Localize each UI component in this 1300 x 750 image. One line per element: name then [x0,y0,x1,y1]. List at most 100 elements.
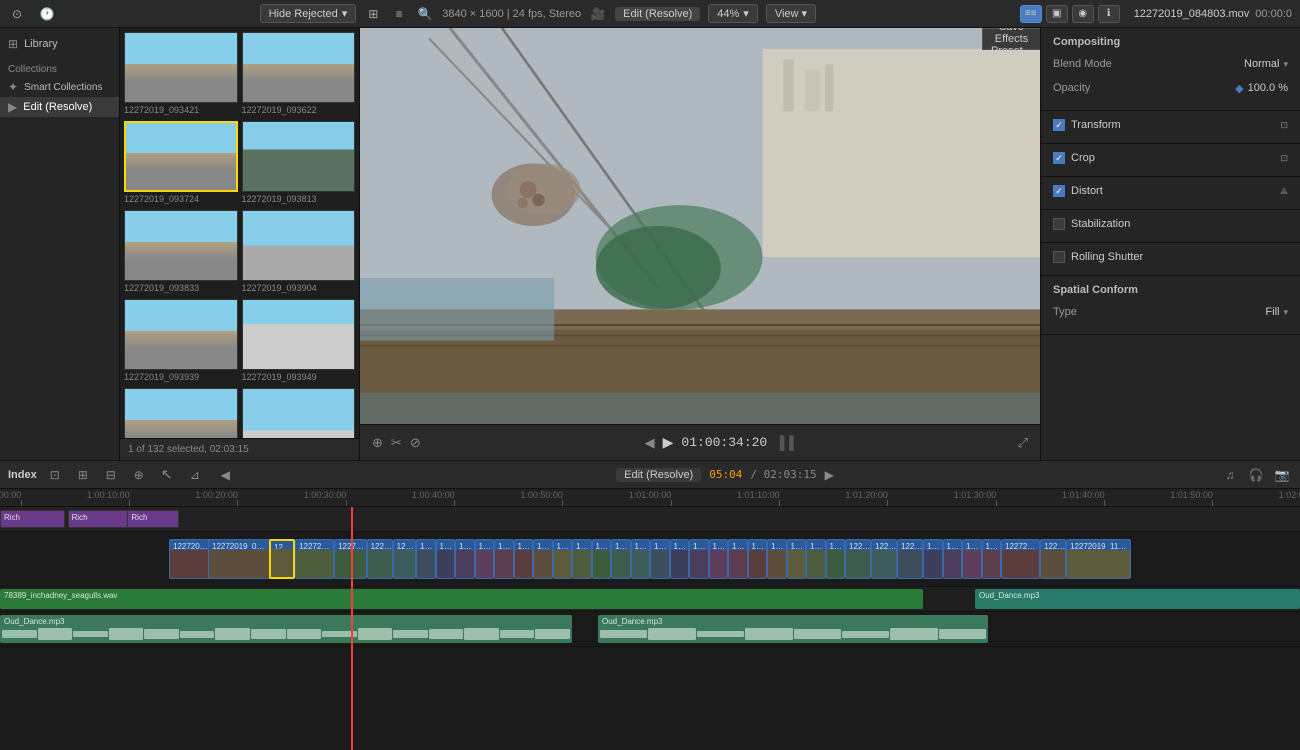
video-clip[interactable]: 1227.. [533,539,553,579]
thumbnail-item[interactable]: 12272019_093724 [124,121,238,206]
video-clip[interactable]: 1227.. [689,539,709,579]
video-clip[interactable]: 122... [416,539,436,579]
speed-icon[interactable]: ⊘ [410,435,421,451]
distort-checkbox[interactable]: ✓ [1053,185,1065,197]
audio-clip-oud-3[interactable]: Oud_Dance.mp3 [598,615,988,643]
search-icon[interactable]: 🔍 [416,5,434,23]
inspector-icon-2[interactable]: ▣ [1046,5,1068,23]
video-clip[interactable]: 1227.. [572,539,592,579]
thumbnail-item[interactable]: 12272019_093833 [124,210,238,295]
zoom-button[interactable]: 44% ▾ [708,4,758,23]
thumbnail-item[interactable]: 12272019_093622 [242,32,356,117]
video-clip[interactable]: 12272019.. [897,539,923,579]
audio-track-2: Oud_Dance.mp3 Oud_Dance.mp3 [0,612,1300,647]
video-clip[interactable]: 1227.. [494,539,514,579]
tl-arrow-tool[interactable]: ↖ [157,465,177,485]
audio-icon[interactable]: ▐▐ [775,435,793,450]
thumbnail-item[interactable]: 12272019_093421 [124,32,238,117]
thumbnail-label: 12272019_093421 [124,103,238,117]
grid-icon[interactable]: ⊞ [364,5,382,23]
thumbnail-item[interactable]: 12272019_094032 [124,388,238,438]
clip-rich-3[interactable]: Rich [127,510,179,528]
video-clip[interactable]: 1227... [982,539,1002,579]
inspector-icon-4[interactable]: ℹ [1098,5,1120,23]
inspector-icon-1[interactable]: ≡≡ [1020,5,1042,23]
video-clip[interactable]: 1227.. [514,539,534,579]
main-area: ⊞ Library Collections ✦ Smart Collection… [0,28,1300,460]
video-clip[interactable]: 1227.. [806,539,826,579]
tl-icon-2[interactable]: ⊞ [73,465,93,485]
crop-expand-icon[interactable]: ⊡ [1280,153,1288,164]
video-clip[interactable]: 1227.. [650,539,670,579]
rolling-shutter-checkbox[interactable] [1053,251,1065,263]
video-clip[interactable]: 1227... [393,539,416,579]
transform-expand-icon[interactable]: ⊡ [1280,120,1288,131]
video-clip[interactable]: 12272019.. [845,539,871,579]
sidebar-item-library[interactable]: ⊞ Library [0,34,119,54]
stabilization-checkbox[interactable] [1053,218,1065,230]
fullscreen-button[interactable]: ⤢ [1018,435,1028,451]
audio-clip-seagulls[interactable]: 78389_inchadney_seagulls.wav [0,589,923,609]
video-clip[interactable]: 1227... [962,539,982,579]
tl-left-arrow[interactable]: ◀ [221,468,230,482]
hide-rejected-button[interactable]: Hide Rejected ▾ [260,4,357,23]
video-clip[interactable]: 12272019_110158.mov [1066,539,1131,579]
tl-icon-3[interactable]: ⊟ [101,465,121,485]
crop-checkbox[interactable]: ✓ [1053,152,1065,164]
inspector-icon-3[interactable]: ◉ [1072,5,1094,23]
video-clip[interactable]: 1227... [923,539,943,579]
prev-icon[interactable]: ◀ [645,435,655,451]
sidebar-item-smart-collections[interactable]: ✦ Smart Collections [0,77,119,97]
video-clip[interactable]: 12272019_08 [334,539,367,579]
audio-clip-oud-2[interactable]: Oud_Dance.mp3 [0,615,572,643]
video-clip[interactable]: 1227... [367,539,393,579]
thumbnail-item[interactable]: 12272019_093813 [242,121,356,206]
tl-camera-icon[interactable]: 📷 [1272,465,1292,485]
video-clip[interactable]: 12272019.. [871,539,897,579]
video-clip[interactable]: 1227.. [748,539,768,579]
video-clip[interactable]: 12272019_1 [1001,539,1040,579]
save-effects-button[interactable]: Save Effects Preset... [982,28,1040,50]
tl-icon-1[interactable]: ⊡ [45,465,65,485]
video-clip[interactable]: 1227.. [826,539,846,579]
video-clip[interactable]: 1227.. [475,539,495,579]
video-clip[interactable]: 1227.. [767,539,787,579]
audio-clip-oud-dance-1[interactable]: Oud_Dance.mp3 [975,589,1300,609]
video-clip[interactable]: 1227.. [631,539,651,579]
thumbnail-item[interactable]: 12272019_093949 [242,299,356,384]
clip-rich-2[interactable]: Rich [68,510,133,528]
distort-expand-icon[interactable]: ⟁ [1280,186,1288,197]
tl-select-tool[interactable]: ⊿ [185,465,205,485]
video-clip[interactable]: 1227.. [787,539,807,579]
transform-icon[interactable]: ⊕ [372,435,383,451]
thumbnail-item[interactable]: 12272019_093939 [124,299,238,384]
crop-icon[interactable]: ✂ [391,435,402,451]
tl-icon-4[interactable]: ⊕ [129,465,149,485]
video-clip[interactable]: 1227.. [709,539,729,579]
video-clip[interactable]: 1227.. [553,539,573,579]
clip-rich-1[interactable]: Rich [0,510,65,528]
transform-checkbox[interactable]: ✓ [1053,119,1065,131]
video-clip[interactable]: 1227.. [670,539,690,579]
thumbnail-item[interactable]: 12272019_094049 [242,388,356,438]
type-value[interactable]: Fill ▾ [1265,306,1288,318]
tl-right-arrow[interactable]: ▶ [825,468,834,482]
video-clip[interactable]: 122... [436,539,456,579]
video-clip[interactable]: 1227200.. [1040,539,1066,579]
video-clip[interactable]: 12272019_0... [269,539,295,579]
video-clip[interactable]: 12272019_084737.mov [208,539,273,579]
video-clip[interactable]: 1227.. [455,539,475,579]
tl-headphone-icon[interactable]: 🎧 [1246,465,1266,485]
blend-mode-value[interactable]: Normal ▾ [1244,58,1288,70]
video-clip[interactable]: 1227.. [592,539,612,579]
sidebar-item-edit-resolve[interactable]: ▶ Edit (Resolve) [0,97,119,117]
tl-audio-icon[interactable]: ♫ [1220,465,1240,485]
list-icon[interactable]: ≡ [390,5,408,23]
play-button[interactable]: ▶ [663,434,674,451]
video-clip[interactable]: 1227.. [728,539,748,579]
thumbnail-item[interactable]: 12272019_093904 [242,210,356,295]
video-clip[interactable]: 12272019_08 [295,539,334,579]
video-clip[interactable]: 1227... [943,539,963,579]
video-clip[interactable]: 1227.. [611,539,631,579]
view-button[interactable]: View ▾ [766,4,816,23]
